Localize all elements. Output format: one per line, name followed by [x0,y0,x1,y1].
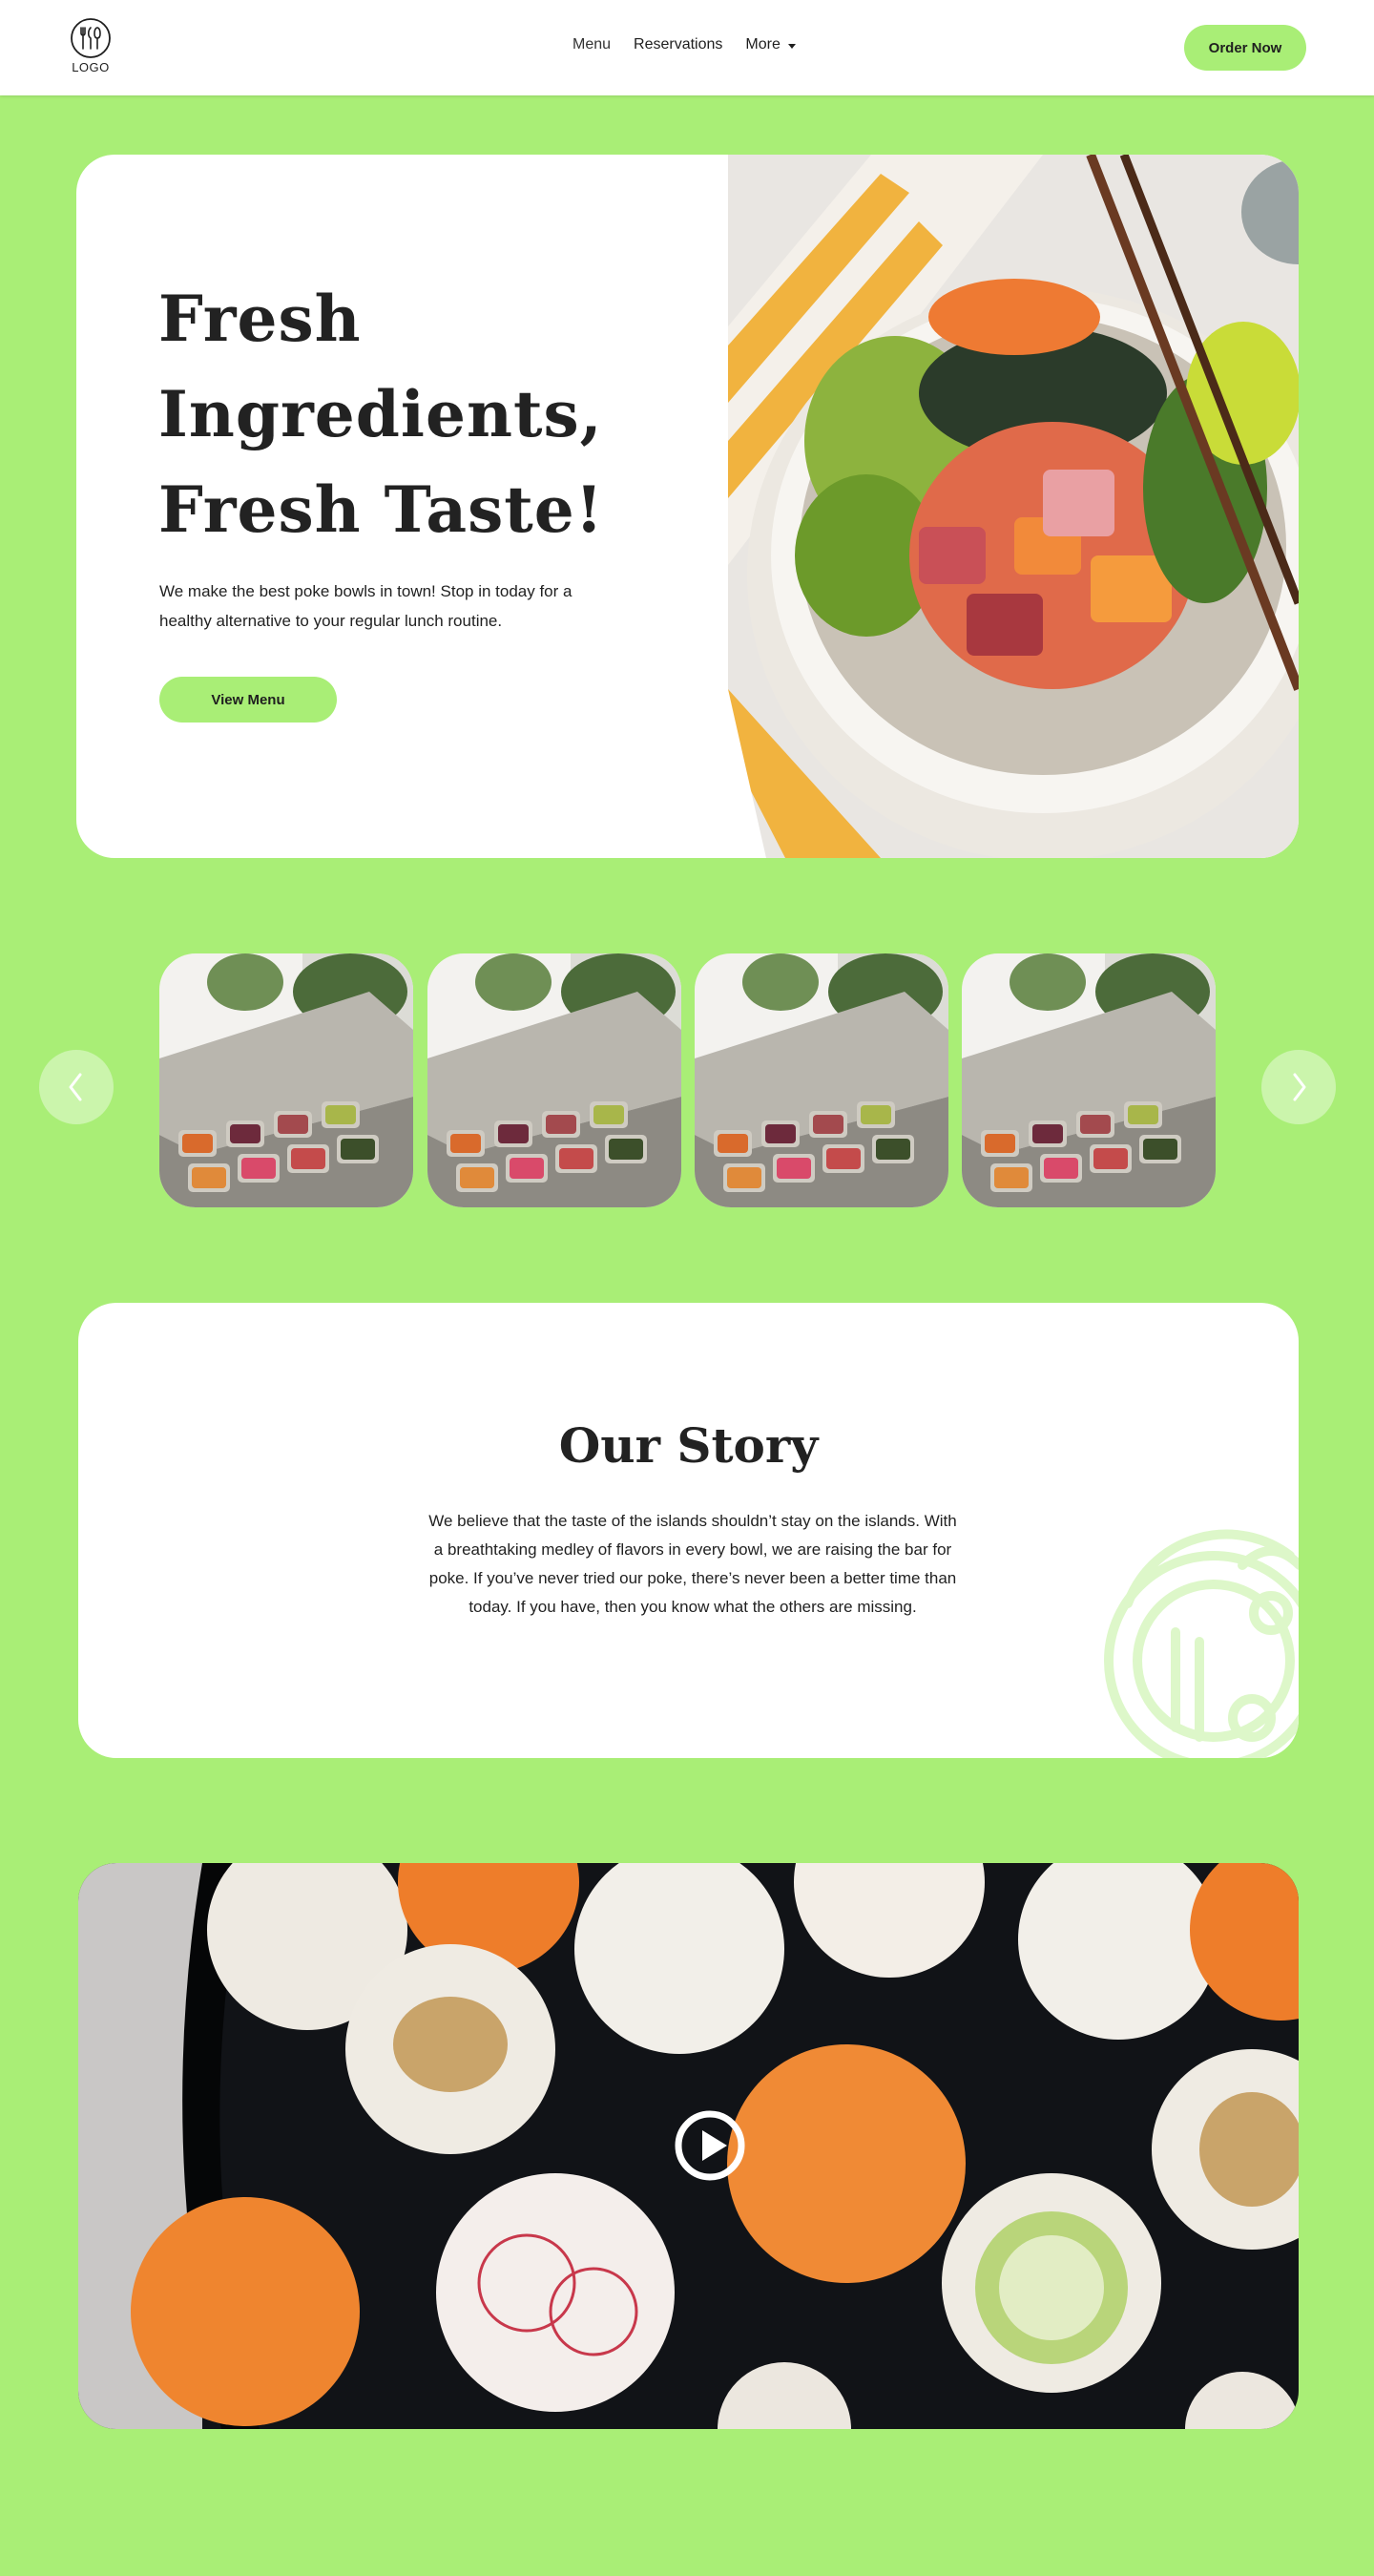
hero-card: Fresh Ingredients, Fresh Taste! We make … [76,155,1299,858]
gallery-item[interactable] [695,953,948,1207]
story-text-line-4: today. If you have, then you know what t… [468,1598,917,1616]
hero-title-line-2: Ingredients, [158,377,603,451]
view-menu-button[interactable]: View Menu [159,677,337,723]
gallery-item[interactable] [159,953,413,1207]
hero-description: We make the best poke bowls in town! Sto… [159,576,608,636]
video-section[interactable] [78,1863,1299,2429]
play-icon [675,2110,745,2181]
salad-bar-image [962,953,1216,1207]
story-title: Our Story [558,1417,819,1474]
hero-description-line-2: healthy alternative to your regular lunc… [159,612,503,630]
nav-menu-link[interactable]: Menu [572,36,611,53]
video-play-button[interactable] [674,2109,746,2182]
main-nav: Menu Reservations More [572,36,796,53]
gallery-next-button[interactable] [1261,1050,1336,1124]
our-story-card: Our Story We believe that the taste of t… [78,1303,1299,1758]
utensils-logo-icon [71,18,111,58]
nav-more-dropdown[interactable]: More [745,36,796,53]
poke-bowl-image [728,155,1299,858]
hero-title-line-3: Fresh Taste! [158,472,604,547]
story-text-line-3: poke. If you’ve never tried our poke, th… [428,1569,957,1587]
salad-bar-image [695,953,948,1207]
logo-text: LOGO [72,60,110,74]
story-text: We believe that the taste of the islands… [416,1507,969,1622]
site-header: LOGO Menu Reservations More Order Now [0,0,1374,95]
gallery-prev-button[interactable] [39,1050,114,1124]
hero-title: Fresh Ingredients, Fresh Taste! [158,271,693,557]
order-now-button[interactable]: Order Now [1184,25,1306,71]
story-text-line-1: We believe that the taste of the islands… [428,1512,957,1530]
nav-reservations-link[interactable]: Reservations [634,36,722,53]
chevron-right-icon [1293,1073,1306,1101]
salad-bar-image [159,953,413,1207]
logo[interactable]: LOGO [67,17,114,74]
salad-bar-image [427,953,681,1207]
nav-more-label: More [745,36,781,52]
caret-down-icon [787,43,796,49]
story-text-line-2: a breathtaking medley of flavors in ever… [433,1540,952,1559]
chevron-left-icon [69,1073,82,1101]
hero-description-line-1: We make the best poke bowls in town! Sto… [159,582,572,600]
hero-title-line-1: Fresh [158,282,362,356]
gallery-item[interactable] [427,953,681,1207]
gallery-item[interactable] [962,953,1216,1207]
bowl-decoration-icon [1104,1529,1299,1758]
